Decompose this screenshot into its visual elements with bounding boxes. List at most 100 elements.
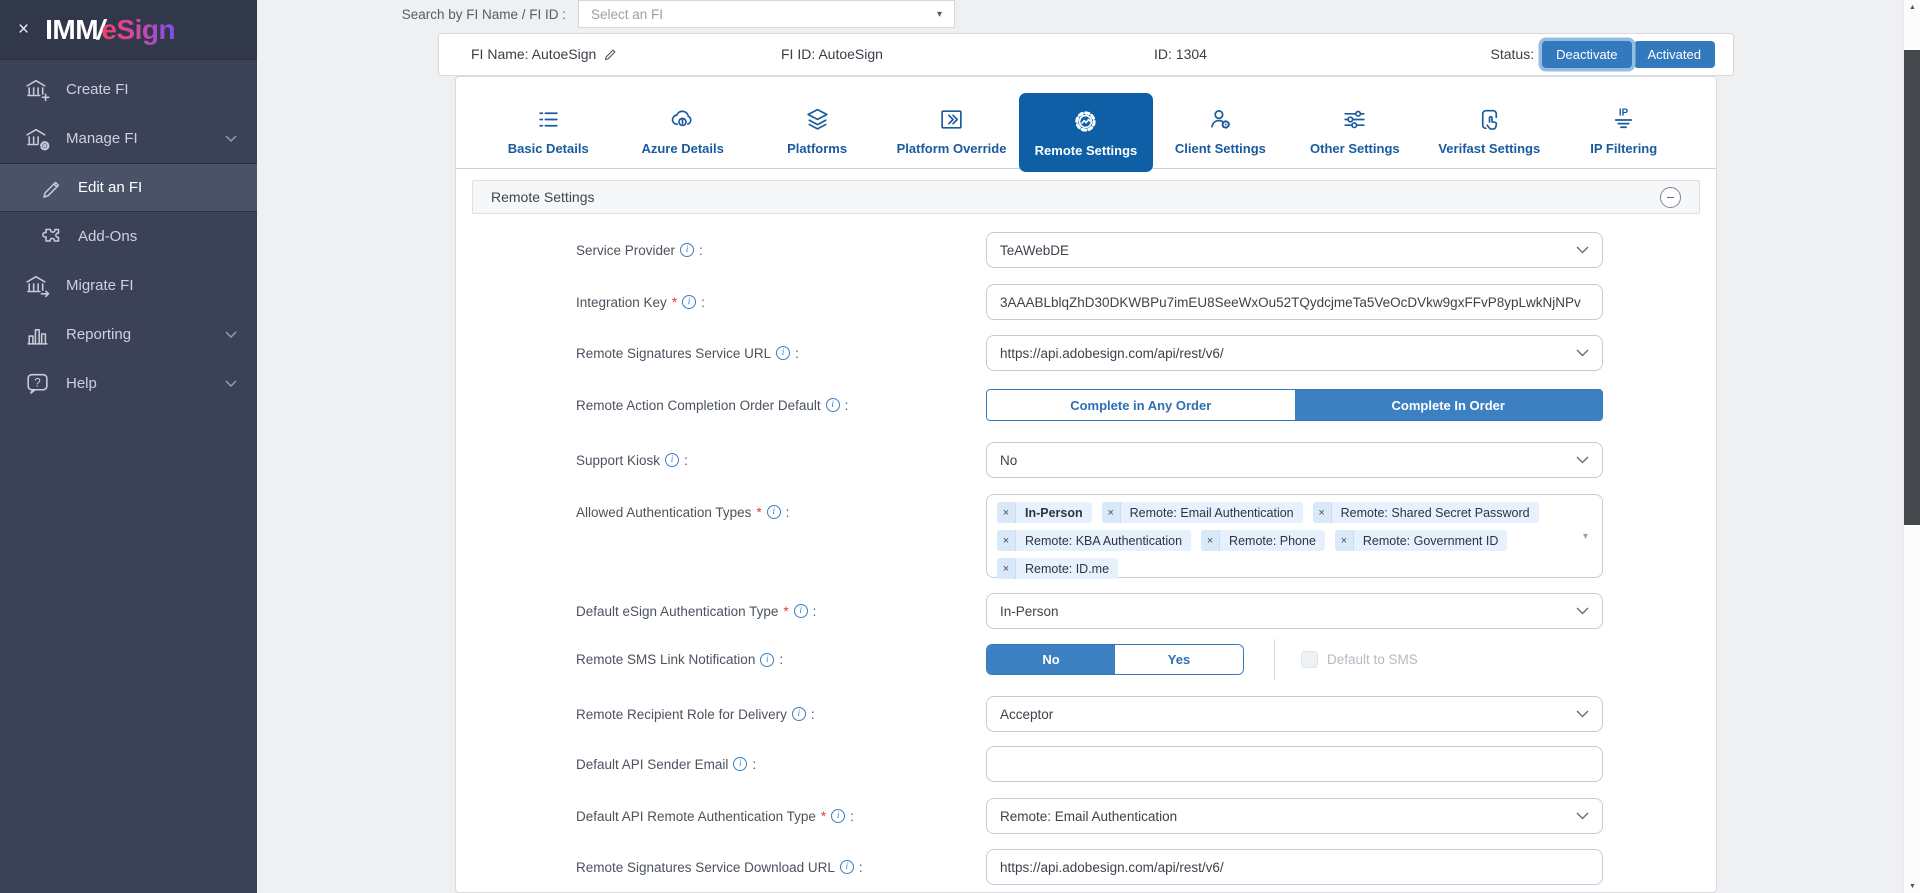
sidebar-header: × IMM/eSign — [0, 0, 257, 60]
info-icon[interactable]: i — [831, 809, 845, 823]
field-label: Default eSign Authentication Type * i : — [576, 593, 816, 629]
remove-tag-icon[interactable]: × — [1313, 502, 1332, 523]
download-url-input[interactable]: https://api.adobesign.com/api/rest/v6/ — [986, 849, 1603, 885]
option-yes[interactable]: Yes — [1115, 645, 1243, 674]
sms-link-toggle: No Yes — [986, 644, 1244, 675]
label-colon: : — [813, 604, 817, 619]
activated-button[interactable]: Activated — [1634, 41, 1715, 68]
allowed-auth-types-multiselect[interactable]: ×In-Person ×Remote: Email Authentication… — [986, 494, 1603, 578]
default-to-sms-checkbox[interactable] — [1301, 651, 1318, 668]
section-header: Remote Settings − — [472, 180, 1700, 214]
tab-ip-filtering[interactable]: IP IP Filtering — [1557, 93, 1691, 168]
field-label: Integration Key * i : — [576, 284, 705, 320]
label-colon: : — [701, 295, 705, 310]
logo-imm: IMM — [45, 14, 98, 45]
scroll-down-arrow[interactable]: ▼ — [1904, 879, 1920, 893]
default-to-sms-group: Default to SMS — [1301, 644, 1418, 675]
sidebar-item-reporting[interactable]: Reporting — [0, 310, 257, 359]
status-group: Status: Deactivate Activated — [1491, 34, 1716, 75]
service-provider-select[interactable]: TeAWebDE — [986, 232, 1603, 268]
support-kiosk-select[interactable]: No — [986, 442, 1603, 478]
select-value: No — [1000, 453, 1017, 468]
fi-settings-card: Basic Details Azure Details Platforms Pl… — [455, 76, 1717, 893]
label-text: Remote Signatures Service URL — [576, 346, 771, 361]
deactivate-button[interactable]: Deactivate — [1542, 41, 1631, 68]
status-label: Status: — [1491, 34, 1535, 75]
edit-fi-name-icon[interactable] — [603, 47, 618, 62]
option-complete-in-order[interactable]: Complete In Order — [1295, 390, 1603, 420]
api-sender-email-input[interactable] — [986, 746, 1603, 782]
chevron-down-icon — [1576, 607, 1589, 615]
option-no[interactable]: No — [987, 645, 1115, 674]
label-colon: : — [684, 453, 688, 468]
info-icon[interactable]: i — [682, 295, 696, 309]
tab-other-settings[interactable]: Other Settings — [1288, 93, 1422, 168]
auth-tag: ×Remote: Phone — [1201, 530, 1325, 551]
required-marker: * — [821, 809, 826, 824]
chevron-down-icon — [1576, 710, 1589, 718]
sidebar-item-add-ons[interactable]: Add-Ons — [0, 212, 257, 261]
recipient-role-select[interactable]: Acceptor — [986, 696, 1603, 732]
tag-label: Remote: Shared Secret Password — [1332, 502, 1539, 523]
sidebar-item-manage-fi[interactable]: Manage FI — [0, 114, 257, 163]
info-icon[interactable]: i — [776, 346, 790, 360]
tab-remote-settings[interactable]: Remote Settings — [1019, 93, 1153, 172]
tab-basic-details[interactable]: Basic Details — [481, 93, 615, 168]
auth-tag: ×Remote: Shared Secret Password — [1313, 502, 1539, 523]
sidebar-item-migrate-fi[interactable]: Migrate FI — [0, 261, 257, 310]
info-icon[interactable]: i — [840, 860, 854, 874]
select-value: In-Person — [1000, 604, 1059, 619]
remove-tag-icon[interactable]: × — [997, 530, 1016, 551]
sidebar-item-create-fi[interactable]: Create FI — [0, 65, 257, 114]
info-icon[interactable]: i — [794, 604, 808, 618]
tab-label: Basic Details — [508, 141, 589, 156]
chevron-down-icon — [225, 380, 237, 387]
tab-platform-override[interactable]: Platform Override — [884, 93, 1018, 168]
label-text: Remote SMS Link Notification — [576, 652, 755, 667]
sidebar-close-icon[interactable]: × — [18, 20, 29, 39]
collapse-section-button[interactable]: − — [1660, 187, 1681, 208]
sidebar-item-help[interactable]: ? Help — [0, 359, 257, 408]
fi-name-text: FI Name: AutoeSign — [471, 34, 596, 75]
auth-tag: ×Remote: Email Authentication — [1102, 502, 1303, 523]
status-button-group: Deactivate Activated — [1542, 41, 1715, 68]
tab-platforms[interactable]: Platforms — [750, 93, 884, 168]
info-icon[interactable]: i — [680, 243, 694, 257]
info-icon[interactable]: i — [760, 653, 774, 667]
search-fi-select[interactable]: Select an FI ▾ — [578, 0, 955, 28]
select-value: Acceptor — [1000, 707, 1053, 722]
tab-verifast-settings[interactable]: Verifast Settings — [1422, 93, 1556, 168]
hand-tablet-icon — [1476, 106, 1503, 133]
label-text: Remote Signatures Service Download URL — [576, 860, 835, 875]
integration-key-input[interactable]: 3AAABLblqZhD30DKWBPu7imEU8SeeWxOu52TQydc… — [986, 284, 1603, 320]
option-complete-any-order[interactable]: Complete in Any Order — [987, 390, 1295, 420]
sidebar-item-edit-an-fi[interactable]: Edit an FI — [0, 163, 257, 212]
completion-order-toggle: Complete in Any Order Complete In Order — [986, 389, 1603, 421]
label-colon: : — [859, 860, 863, 875]
scrollbar-thumb[interactable] — [1904, 50, 1920, 525]
tag-label: Remote: KBA Authentication — [1016, 530, 1191, 551]
info-icon[interactable]: i — [733, 757, 747, 771]
label-colon: : — [845, 398, 849, 413]
info-icon[interactable]: i — [767, 505, 781, 519]
info-icon[interactable]: i — [792, 707, 806, 721]
tag-label: Remote: Email Authentication — [1121, 502, 1303, 523]
remove-tag-icon[interactable]: × — [1335, 530, 1354, 551]
info-icon[interactable]: i — [665, 453, 679, 467]
select-value: https://api.adobesign.com/api/rest/v6/ — [1000, 346, 1224, 361]
default-esign-auth-select[interactable]: In-Person — [986, 593, 1603, 629]
remove-tag-icon[interactable]: × — [1102, 502, 1121, 523]
tab-azure-details[interactable]: Azure Details — [615, 93, 749, 168]
sidebar: × IMM/eSign Create FI Manage FI Edit an … — [0, 0, 257, 893]
remove-tag-icon[interactable]: × — [1201, 530, 1220, 551]
default-api-auth-select[interactable]: Remote: Email Authentication — [986, 798, 1603, 834]
remote-signatures-url-select[interactable]: https://api.adobesign.com/api/rest/v6/ — [986, 335, 1603, 371]
scroll-up-arrow[interactable]: ▲ — [1904, 0, 1920, 14]
input-value: 3AAABLblqZhD30DKWBPu7imEU8SeeWxOu52TQydc… — [1000, 295, 1581, 310]
sidebar-item-label: Add-Ons — [78, 228, 137, 245]
remove-tag-icon[interactable]: × — [997, 558, 1016, 579]
info-icon[interactable]: i — [826, 398, 840, 412]
caret-down-icon[interactable]: ▾ — [1583, 531, 1588, 542]
remove-tag-icon[interactable]: × — [997, 502, 1016, 523]
tab-client-settings[interactable]: Client Settings — [1153, 93, 1287, 168]
